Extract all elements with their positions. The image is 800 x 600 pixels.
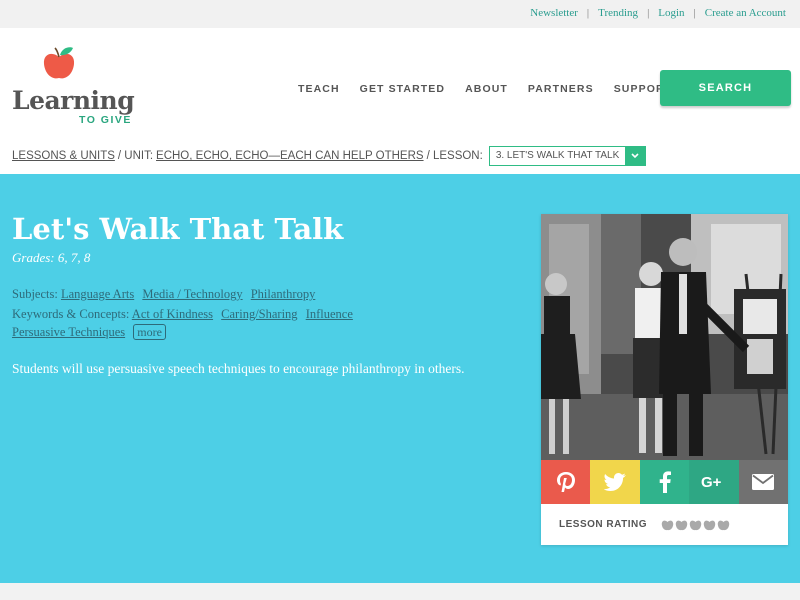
lesson-photo xyxy=(541,214,788,460)
keyword-link[interactable]: Caring/Sharing xyxy=(221,307,297,321)
login-link[interactable]: Login xyxy=(658,7,684,19)
site-header: Learning TO GIVE TEACH GET STARTED ABOUT… xyxy=(0,28,800,174)
breadcrumb-lessons-units[interactable]: LESSONS & UNITS xyxy=(12,150,115,162)
keyword-link[interactable]: Persuasive Techniques xyxy=(12,325,125,339)
subject-link[interactable]: Media / Technology xyxy=(142,287,242,301)
email-icon xyxy=(752,474,775,490)
lesson-grades: Grades: 6, 7, 8 xyxy=(12,250,91,265)
pinterest-icon xyxy=(556,472,575,492)
breadcrumb-unit-label: / UNIT: xyxy=(117,150,154,162)
apple-rating-icon[interactable] xyxy=(703,519,716,531)
lesson-hero: Let's Walk That Talk Grades: 6, 7, 8 Sub… xyxy=(0,174,800,583)
lesson-card: G+ LESSON RATING xyxy=(541,214,789,545)
rating-label: LESSON RATING xyxy=(559,519,647,530)
share-bar: G+ xyxy=(541,460,789,504)
subjects-label: Subjects: xyxy=(12,287,58,301)
lesson-select[interactable]: 3. LET'S WALK THAT TALK xyxy=(488,146,647,166)
keywords-row: Keywords & Concepts: Act of Kindness Car… xyxy=(12,305,512,341)
rating-apples[interactable] xyxy=(661,519,731,531)
apple-rating-icon[interactable] xyxy=(675,519,688,531)
breadcrumb-unit[interactable]: ECHO, ECHO, ECHO—EACH CAN HELP OTHERS xyxy=(156,150,424,162)
nav-teach[interactable]: TEACH xyxy=(298,83,340,95)
learning-to-give-logo[interactable]: Learning TO GIVE xyxy=(12,44,142,126)
facebook-share-button[interactable] xyxy=(639,460,690,504)
nav-about[interactable]: ABOUT xyxy=(465,83,508,95)
nav-get-started[interactable]: GET STARTED xyxy=(360,83,445,95)
more-keywords-button[interactable]: more xyxy=(133,324,166,340)
email-share-button[interactable] xyxy=(738,460,789,504)
keyword-link[interactable]: Act of Kindness xyxy=(132,307,213,321)
keywords-label: Keywords & Concepts: xyxy=(12,307,130,321)
twitter-share-button[interactable] xyxy=(590,460,640,504)
breadcrumb: LESSONS & UNITS / UNIT: ECHO, ECHO, ECHO… xyxy=(12,146,647,166)
subjects-row: Subjects: Language Arts Media / Technolo… xyxy=(12,285,512,303)
chevron-down-icon[interactable] xyxy=(625,147,646,165)
apple-rating-icon[interactable] xyxy=(717,519,730,531)
lesson-select-value: 3. LET'S WALK THAT TALK xyxy=(495,150,620,161)
google-plus-icon: G+ xyxy=(701,474,722,490)
page-bottom-strip xyxy=(0,583,800,600)
twitter-icon xyxy=(604,473,627,491)
separator: | xyxy=(693,7,696,19)
subject-link[interactable]: Philanthropy xyxy=(251,287,316,301)
apple-rating-icon[interactable] xyxy=(689,519,702,531)
separator: | xyxy=(647,7,650,19)
lesson-description: Students will use persuasive speech tech… xyxy=(12,361,465,376)
apple-icon xyxy=(43,47,75,79)
logo-wordmark: Learning xyxy=(12,86,135,115)
facebook-icon xyxy=(659,471,671,493)
separator: | xyxy=(586,7,590,19)
lesson-rating: LESSON RATING xyxy=(541,504,788,545)
breadcrumb-lesson-label: / LESSON: xyxy=(426,150,483,162)
newsletter-link[interactable]: Newsletter xyxy=(530,7,578,19)
lesson-info: Let's Walk That Talk Grades: 6, 7, 8 Sub… xyxy=(12,212,512,378)
subject-link[interactable]: Language Arts xyxy=(61,287,134,301)
keyword-link[interactable]: Influence xyxy=(306,307,353,321)
create-account-link[interactable]: Create an Account xyxy=(705,7,786,19)
logo-subtitle: TO GIVE xyxy=(79,114,132,126)
search-button[interactable]: SEARCH xyxy=(660,70,791,106)
apple-rating-icon[interactable] xyxy=(661,519,674,531)
top-utility-bar: Newsletter | Trending | Login | Create a… xyxy=(0,0,800,28)
pinterest-share-button[interactable] xyxy=(541,460,591,504)
lesson-title: Let's Walk That Talk xyxy=(12,212,344,246)
main-nav: TEACH GET STARTED ABOUT PARTNERS SUPPORT… xyxy=(298,83,713,95)
nav-partners[interactable]: PARTNERS xyxy=(528,83,594,95)
utility-links: Newsletter | Trending | Login | Create a… xyxy=(530,7,786,19)
trending-link[interactable]: Trending xyxy=(598,7,638,19)
google-plus-share-button[interactable]: G+ xyxy=(689,460,739,504)
svg-text:G+: G+ xyxy=(701,474,722,490)
